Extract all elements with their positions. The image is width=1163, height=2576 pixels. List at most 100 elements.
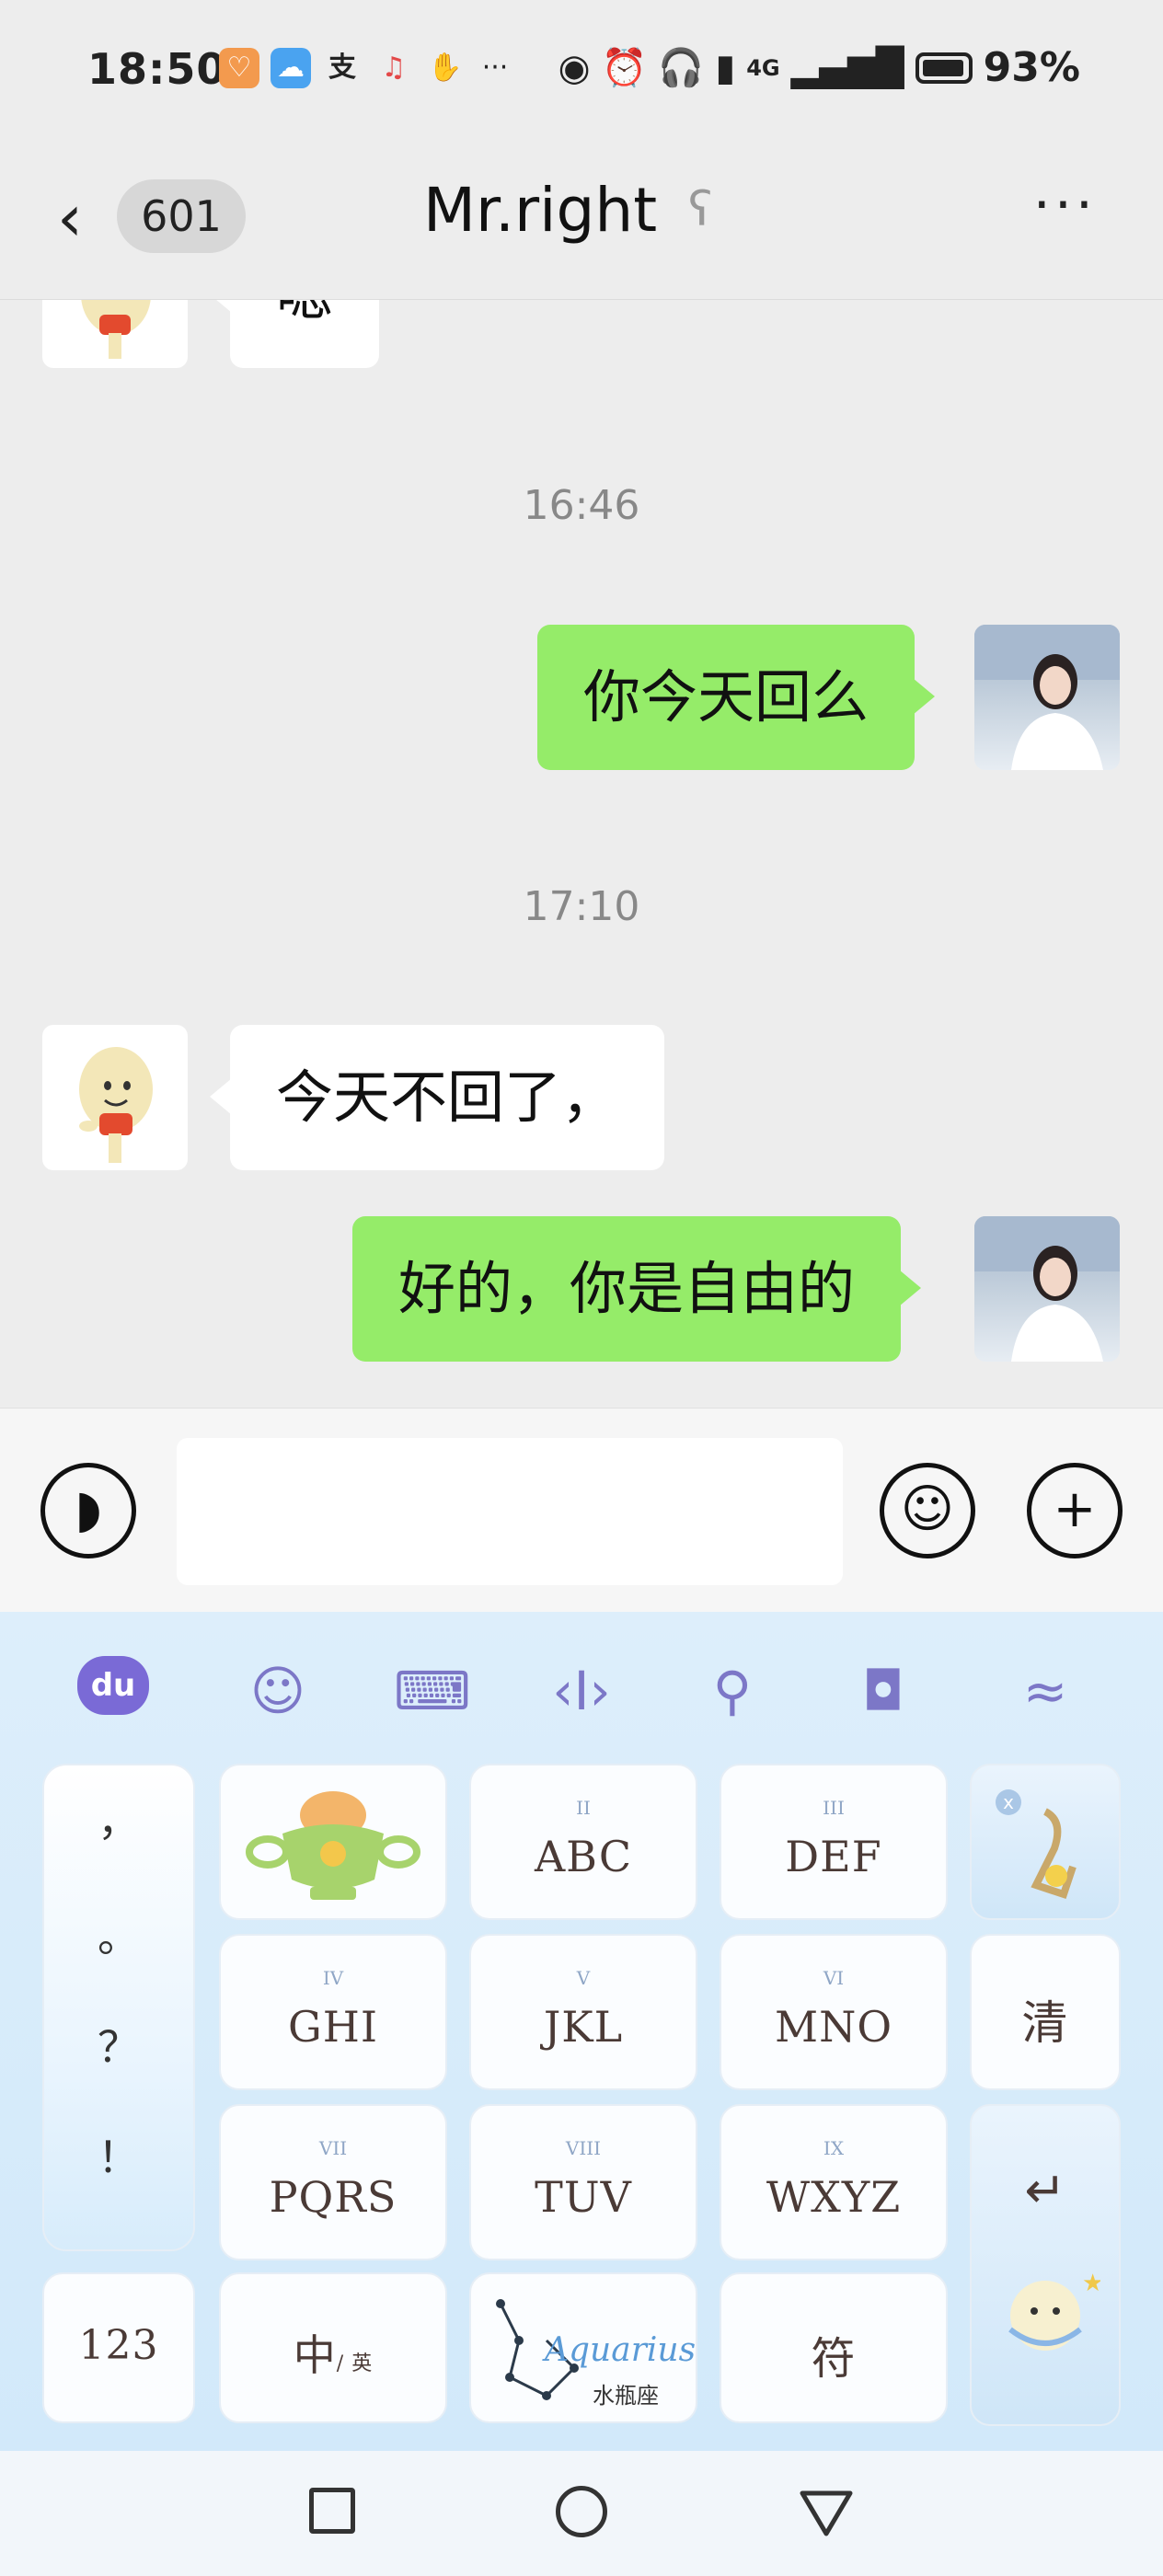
space-label: Aquarius	[545, 2331, 697, 2369]
status-time: 18:50	[87, 44, 227, 94]
key-label: DEF	[785, 1832, 882, 1881]
key-pqrs[interactable]: VII PQRS	[219, 2104, 447, 2260]
chevron-left-icon[interactable]: ‹	[57, 186, 83, 250]
ime-keyboard: du ☺ ⌨ ‹I› ⚲ ◘ ≈ ， 。 ？ ！ II ABC III DEF …	[0, 1612, 1163, 2451]
lang-label: 中/ 英	[221, 2322, 445, 2383]
key-label: WXYZ	[766, 2172, 902, 2222]
key-abc[interactable]: II ABC	[469, 1764, 697, 1920]
more-dots-icon: ···	[481, 52, 509, 84]
battery-icon	[915, 52, 973, 84]
message-bubble-sent[interactable]: 好的，你是自由的	[352, 1216, 922, 1362]
key-roman: III	[823, 1797, 845, 1819]
keyboard-icon[interactable]: ⌨	[394, 1654, 471, 1728]
key-1-sticker[interactable]	[219, 1764, 447, 1920]
home-icon[interactable]	[556, 2486, 607, 2537]
message-timestamp: 17:10	[523, 883, 640, 930]
svg-text:★: ★	[1082, 2270, 1100, 2297]
enter-label: ↵	[1024, 2161, 1066, 2219]
key-def[interactable]: III DEF	[720, 1764, 948, 1920]
voice-icon[interactable]: ◗	[40, 1463, 136, 1558]
delete-x-icon: x	[996, 1789, 1077, 1900]
key-roman: VIII	[565, 2137, 602, 2159]
key-wxyz[interactable]: IX WXYZ	[720, 2104, 948, 2260]
clipboard-icon[interactable]: ◘	[846, 1654, 920, 1728]
message-bubble-sent[interactable]: 你今天回么	[537, 625, 936, 770]
num-key[interactable]: 123	[42, 2272, 195, 2423]
enter-key[interactable]: ↵ ★	[970, 2104, 1121, 2426]
search-icon[interactable]: ⚲	[696, 1654, 769, 1728]
smile-icon[interactable]: ☺	[241, 1654, 315, 1728]
system-nav-bar	[0, 2451, 1163, 2576]
punct-key[interactable]: ，	[44, 1788, 193, 1848]
plus-icon[interactable]: +	[1027, 1463, 1123, 1558]
music-icon: ♫	[381, 52, 407, 84]
key-roman: V	[576, 1967, 591, 1989]
ear-icon: ʕ	[688, 182, 713, 237]
key-label: PQRS	[269, 2172, 397, 2222]
back-triangle-icon[interactable]	[799, 2490, 854, 2537]
lang-main: 中	[293, 2330, 337, 2380]
more-options-button[interactable]: ···	[1033, 173, 1097, 237]
keyboard-toolbar: du ☺ ⌨ ‹I› ⚲ ◘ ≈	[0, 1612, 1163, 1750]
signal-icon: ▂▄▆█	[790, 46, 904, 89]
emoji-icon[interactable]: ☺	[880, 1463, 975, 1558]
recent-apps-icon[interactable]	[309, 2488, 355, 2534]
key-label: JKL	[543, 2002, 624, 2052]
message-bubble-received[interactable]: 嗯	[209, 300, 380, 368]
clear-key[interactable]: 清	[970, 1934, 1121, 2090]
status-system-icons: ◉ ⏰ 🎧 ▮ 4G ▂▄▆█ 93%	[558, 44, 1080, 91]
svg-text:x: x	[1003, 1791, 1014, 1813]
cursor-icon[interactable]: ‹I›	[545, 1654, 618, 1728]
key-roman: IX	[823, 2137, 845, 2159]
key-tuv[interactable]: VIII TUV	[469, 2104, 697, 2260]
key-jkl[interactable]: V JKL	[469, 1934, 697, 2090]
teapot-cat-icon	[246, 1791, 420, 1900]
punctuation-panel[interactable]: ， 。 ？ ！	[42, 1764, 195, 2251]
alipay-icon: 支	[328, 52, 356, 84]
key-label: ABC	[534, 1832, 633, 1881]
eye-icon: ◉	[558, 46, 591, 89]
alarm-icon: ⏰	[601, 47, 648, 89]
headphones-icon: 🎧	[658, 47, 705, 89]
clear-label: 清	[1021, 1996, 1069, 2050]
punct-key[interactable]: ？	[44, 2014, 193, 2075]
space-sub-label: 水瓶座	[593, 2383, 659, 2409]
key-label: TUV	[535, 2172, 632, 2222]
moon-bunny-icon: ★	[1008, 2270, 1103, 2351]
key-ghi[interactable]: IV GHI	[219, 1934, 447, 2090]
du-logo[interactable]: du	[77, 1656, 149, 1715]
key-roman: VI	[823, 1967, 845, 1989]
status-app-icons: ♡ ☁ 支 ♫ ✋ ···	[219, 48, 513, 88]
hand-icon: ✋	[428, 52, 463, 84]
key-roman: II	[576, 1797, 591, 1819]
chat-header: ‹ 601 Mr.right ʕ ···	[0, 147, 1163, 300]
message-list[interactable]: 嗯 16:46 你今天回么 17:10 今天不回了， 好的，你是自由的	[0, 300, 1163, 1408]
key-roman: IV	[322, 1967, 344, 1989]
contact-avatar[interactable]	[42, 300, 188, 368]
message-input[interactable]	[177, 1438, 843, 1585]
key-mno[interactable]: VI MNO	[720, 1934, 948, 2090]
user-avatar[interactable]	[974, 625, 1120, 770]
punct-key[interactable]: 。	[44, 1903, 193, 1964]
lang-switch-key[interactable]: 中/ 英	[219, 2272, 447, 2423]
message-input-bar: ◗ ☺ +	[0, 1408, 1163, 1613]
vibrate-icon: ▮	[715, 46, 736, 89]
space-key[interactable]: Aquarius 水瓶座	[469, 2272, 697, 2423]
contact-avatar[interactable]	[42, 1025, 188, 1170]
chat-title: Mr.right	[423, 175, 658, 246]
lang-sub: / 英	[336, 2352, 374, 2375]
app-notification-icon: ♡	[219, 48, 259, 88]
unread-count-badge[interactable]: 601	[117, 179, 246, 253]
delete-key[interactable]: x	[970, 1764, 1121, 1920]
weather-icon: ☁	[271, 48, 311, 88]
punct-key[interactable]: ！	[44, 2124, 193, 2185]
network-label: 4G	[746, 54, 780, 81]
message-bubble-received[interactable]: 今天不回了，	[209, 1025, 665, 1170]
symbol-key[interactable]: 符	[720, 2272, 948, 2423]
key-roman: VII	[318, 2137, 348, 2159]
key-label: MNO	[774, 2002, 893, 2052]
user-avatar[interactable]	[974, 1216, 1120, 1362]
symbol-label: 符	[811, 2333, 857, 2385]
battery-percent: 93%	[983, 44, 1080, 91]
wave-icon[interactable]: ≈	[1008, 1654, 1082, 1728]
